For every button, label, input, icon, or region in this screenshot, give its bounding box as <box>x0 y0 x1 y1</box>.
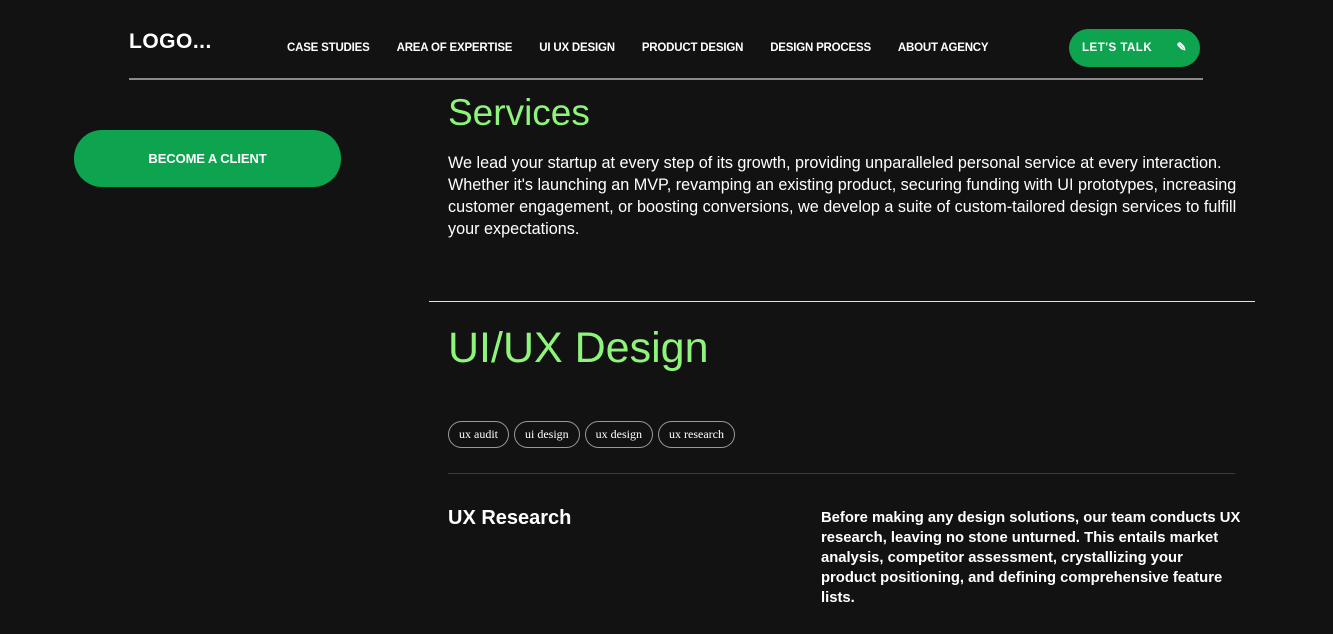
main-nav: CASE STUDIES AREA OF EXPERTISE UI UX DES… <box>287 42 1015 54</box>
nav-design-process[interactable]: DESIGN PROCESS <box>770 42 871 54</box>
ux-research-title: UX Research <box>448 507 572 529</box>
tag-ux-audit[interactable]: ux audit <box>448 421 509 448</box>
lets-talk-button[interactable]: LET'S TALK ✎ <box>1069 29 1200 67</box>
tag-list: ux audit ui design ux design ux research <box>448 421 735 448</box>
subsection-divider <box>448 473 1235 474</box>
section-divider <box>429 301 1255 302</box>
tag-ux-design[interactable]: ux design <box>584 421 654 448</box>
nav-case-studies[interactable]: CASE STUDIES <box>287 42 370 54</box>
nav-product-design[interactable]: PRODUCT DESIGN <box>642 42 744 54</box>
logo[interactable]: LOGO... <box>129 30 212 54</box>
services-title: Services <box>448 92 590 133</box>
nav-about-agency[interactable]: ABOUT AGENCY <box>898 42 989 54</box>
ux-research-description: Before making any design solutions, our … <box>821 510 1241 606</box>
pencil-icon: ✎ <box>1176 40 1187 54</box>
tag-ux-research[interactable]: ux research <box>658 421 735 448</box>
nav-area-of-expertise[interactable]: AREA OF EXPERTISE <box>397 42 513 54</box>
uiux-title: UI/UX Design <box>448 324 709 372</box>
site-header: LOGO... CASE STUDIES AREA OF EXPERTISE U… <box>129 0 1203 80</box>
tag-ui-design[interactable]: ui design <box>514 421 580 448</box>
services-description: We lead your startup at every step of it… <box>448 154 1237 238</box>
become-client-button[interactable]: BECOME A CLIENT <box>74 130 341 187</box>
nav-ui-ux-design[interactable]: UI UX DESIGN <box>539 42 615 54</box>
lets-talk-label: LET'S TALK <box>1082 42 1153 54</box>
